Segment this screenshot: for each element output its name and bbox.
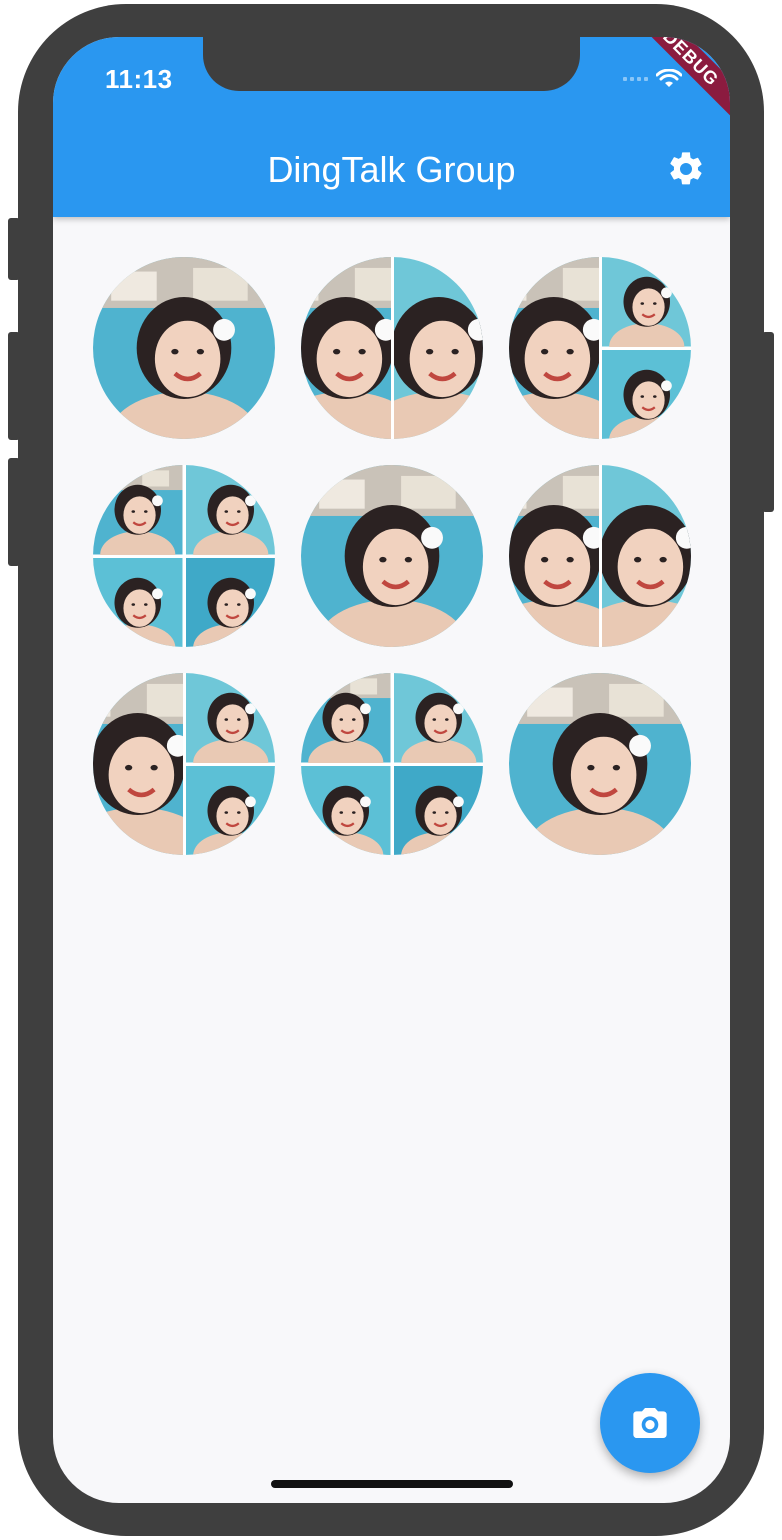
group-avatar[interactable] xyxy=(301,465,483,647)
page-title: DingTalk Group xyxy=(267,149,516,190)
avatar-photo xyxy=(393,673,483,763)
avatar-photo xyxy=(509,465,599,647)
avatar-photo xyxy=(601,257,691,347)
avatar-photo xyxy=(185,673,275,763)
avatar-photo xyxy=(601,465,691,647)
group-avatar[interactable] xyxy=(509,465,691,647)
volume-up-button xyxy=(8,332,20,440)
avatar-photo xyxy=(301,465,483,647)
group-avatar[interactable] xyxy=(301,673,483,855)
avatar-photo xyxy=(393,765,483,855)
avatar-photo xyxy=(393,257,483,439)
avatar-photo xyxy=(93,673,183,855)
group-avatar[interactable] xyxy=(509,257,691,439)
settings-button[interactable] xyxy=(664,147,708,191)
group-avatar[interactable] xyxy=(93,257,275,439)
avatar-photo xyxy=(185,465,275,555)
mute-switch xyxy=(8,218,20,280)
avatar-photo xyxy=(301,257,391,439)
avatar-photo xyxy=(301,673,391,763)
notch xyxy=(203,37,580,91)
cellular-signal-icon xyxy=(623,77,648,81)
avatar-photo xyxy=(301,765,391,855)
group-avatar[interactable] xyxy=(509,673,691,855)
avatar-photo xyxy=(185,557,275,647)
home-indicator xyxy=(271,1480,513,1488)
volume-down-button xyxy=(8,458,20,566)
settings-icon xyxy=(670,152,702,185)
group-avatar-grid xyxy=(93,257,691,855)
screen: 11:13 DEBUG DingTalk Group xyxy=(53,37,730,1503)
power-button xyxy=(762,332,774,512)
wifi-icon xyxy=(656,69,682,87)
group-avatar[interactable] xyxy=(301,257,483,439)
status-time: 11:13 xyxy=(105,64,173,94)
avatar-photo xyxy=(509,673,691,855)
avatar-photo xyxy=(509,257,599,439)
group-avatar[interactable] xyxy=(93,465,275,647)
avatar-photo xyxy=(185,765,275,855)
group-avatar[interactable] xyxy=(93,673,275,855)
status-icons xyxy=(623,67,682,91)
avatar-photo xyxy=(93,257,275,439)
avatar-photo xyxy=(601,349,691,439)
camera-fab[interactable] xyxy=(600,1373,700,1473)
avatar-photo xyxy=(93,465,183,555)
app-bar: 11:13 DEBUG DingTalk Group xyxy=(53,37,730,217)
camera-icon xyxy=(633,1408,667,1438)
avatar-photo xyxy=(93,557,183,647)
